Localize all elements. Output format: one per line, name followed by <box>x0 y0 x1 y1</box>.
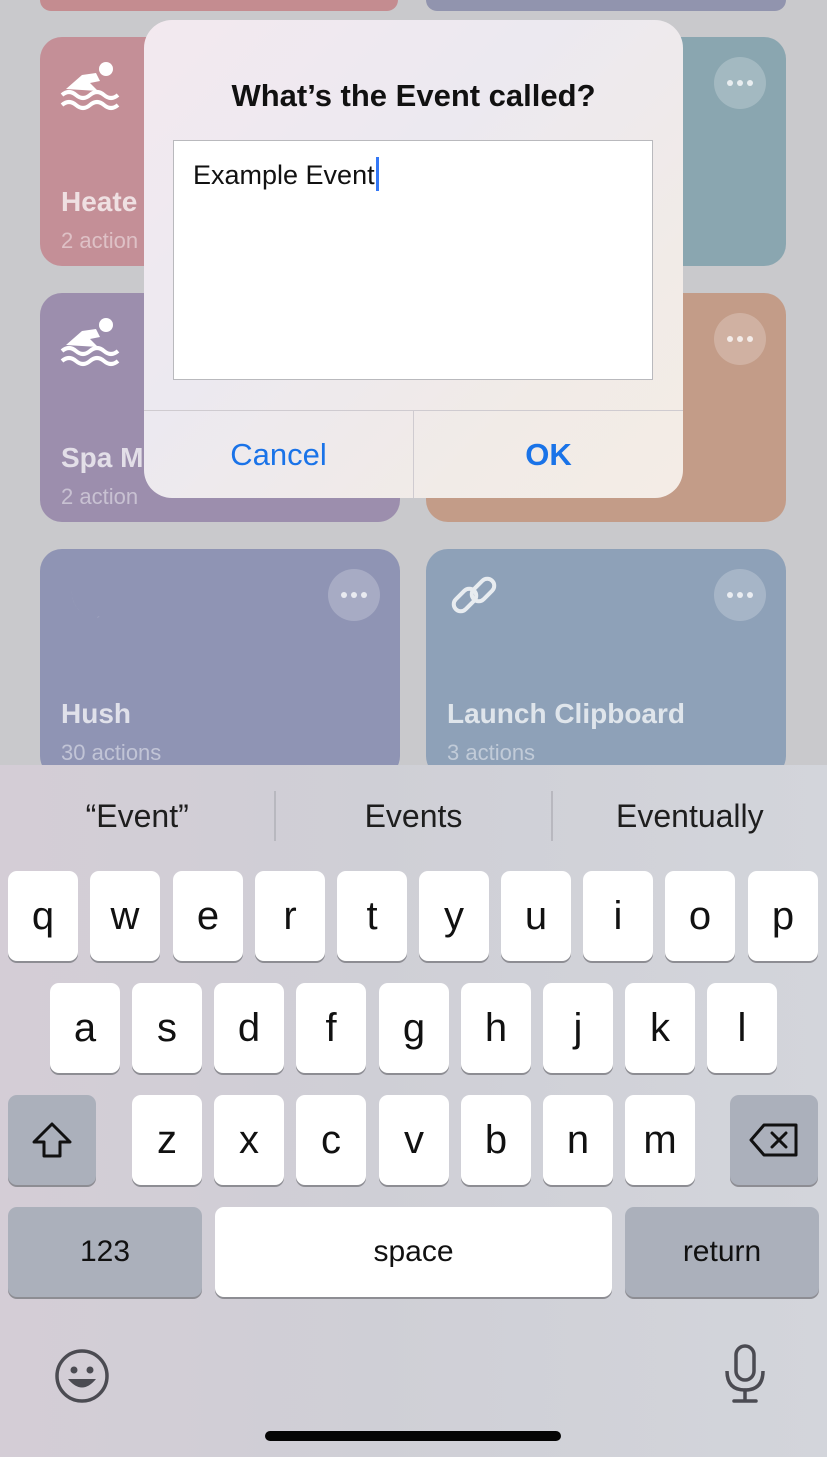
key-v[interactable]: v <box>379 1095 449 1185</box>
shortcut-subtitle: 3 actions <box>447 740 536 765</box>
suggestion-1[interactable]: “Event” <box>0 798 274 835</box>
swimmer-icon <box>60 59 120 111</box>
ok-button[interactable]: OK <box>413 411 683 498</box>
delete-key[interactable] <box>730 1095 818 1185</box>
suggestion-3[interactable]: Eventually <box>553 798 827 835</box>
key-t[interactable]: t <box>337 871 407 961</box>
more-options-icon[interactable] <box>714 569 766 621</box>
key-i[interactable]: i <box>583 871 653 961</box>
card-strip-right <box>426 0 786 11</box>
key-c[interactable]: c <box>296 1095 366 1185</box>
key-y[interactable]: y <box>419 871 489 961</box>
moon-icon <box>60 571 120 623</box>
space-key[interactable]: space <box>215 1207 612 1297</box>
alert-title: What’s the Event called? <box>231 78 596 113</box>
more-options-icon[interactable] <box>714 313 766 365</box>
key-g[interactable]: g <box>379 983 449 1073</box>
text-caret <box>375 157 379 191</box>
key-f[interactable]: f <box>296 983 366 1073</box>
key-h[interactable]: h <box>461 983 531 1073</box>
shortcut-title: Hush <box>61 698 131 729</box>
suggestion-2[interactable]: Events <box>276 798 550 835</box>
key-l[interactable]: l <box>707 983 777 1073</box>
home-indicator[interactable] <box>265 1431 561 1441</box>
key-s[interactable]: s <box>132 983 202 1073</box>
more-options-icon[interactable] <box>714 57 766 109</box>
key-o[interactable]: o <box>665 871 735 961</box>
shortcut-title: Launch Clipboard <box>447 698 685 729</box>
microphone-icon[interactable] <box>722 1343 768 1410</box>
key-r[interactable]: r <box>255 871 325 961</box>
shortcut-subtitle: 2 action <box>61 484 139 509</box>
key-q[interactable]: q <box>8 871 78 961</box>
key-e[interactable]: e <box>173 871 243 961</box>
shift-icon <box>30 1120 74 1160</box>
event-name-field[interactable]: Example Event <box>173 140 653 380</box>
text-input-alert: What’s the Event called? Example Event C… <box>144 20 683 498</box>
key-a[interactable]: a <box>50 983 120 1073</box>
swimmer-icon <box>60 315 120 367</box>
card-strip-left <box>40 0 398 11</box>
predictive-bar: “Event” Events Eventually <box>0 765 827 867</box>
shortcut-card-hush[interactable]: Hush 30 actions <box>40 549 400 778</box>
key-d[interactable]: d <box>214 983 284 1073</box>
key-j[interactable]: j <box>543 983 613 1073</box>
alert-button-row: Cancel OK <box>144 410 683 498</box>
delete-icon <box>748 1122 800 1158</box>
key-w[interactable]: w <box>90 871 160 961</box>
key-m[interactable]: m <box>625 1095 695 1185</box>
key-u[interactable]: u <box>501 871 571 961</box>
keyboard: “Event” Events Eventually q w e r t y u … <box>0 765 827 1457</box>
key-n[interactable]: n <box>543 1095 613 1185</box>
event-name-value: Example Event <box>193 160 375 190</box>
return-key[interactable]: return <box>625 1207 819 1297</box>
shortcut-subtitle: 2 action <box>61 228 139 253</box>
key-z[interactable]: z <box>132 1095 202 1185</box>
key-x[interactable]: x <box>214 1095 284 1185</box>
emoji-icon[interactable] <box>54 1348 110 1409</box>
shortcut-subtitle: 30 actions <box>61 740 162 765</box>
shift-key[interactable] <box>8 1095 96 1185</box>
key-b[interactable]: b <box>461 1095 531 1185</box>
cancel-button[interactable]: Cancel <box>144 411 413 498</box>
shortcut-title: Spa M <box>61 442 144 473</box>
key-p[interactable]: p <box>748 871 818 961</box>
more-options-icon[interactable] <box>328 569 380 621</box>
numbers-key[interactable]: 123 <box>8 1207 202 1297</box>
link-icon <box>446 571 506 623</box>
key-k[interactable]: k <box>625 983 695 1073</box>
shortcut-card-launch-clipboard[interactable]: Launch Clipboard 3 actions <box>426 549 786 778</box>
shortcut-title: Heate <box>61 186 138 217</box>
